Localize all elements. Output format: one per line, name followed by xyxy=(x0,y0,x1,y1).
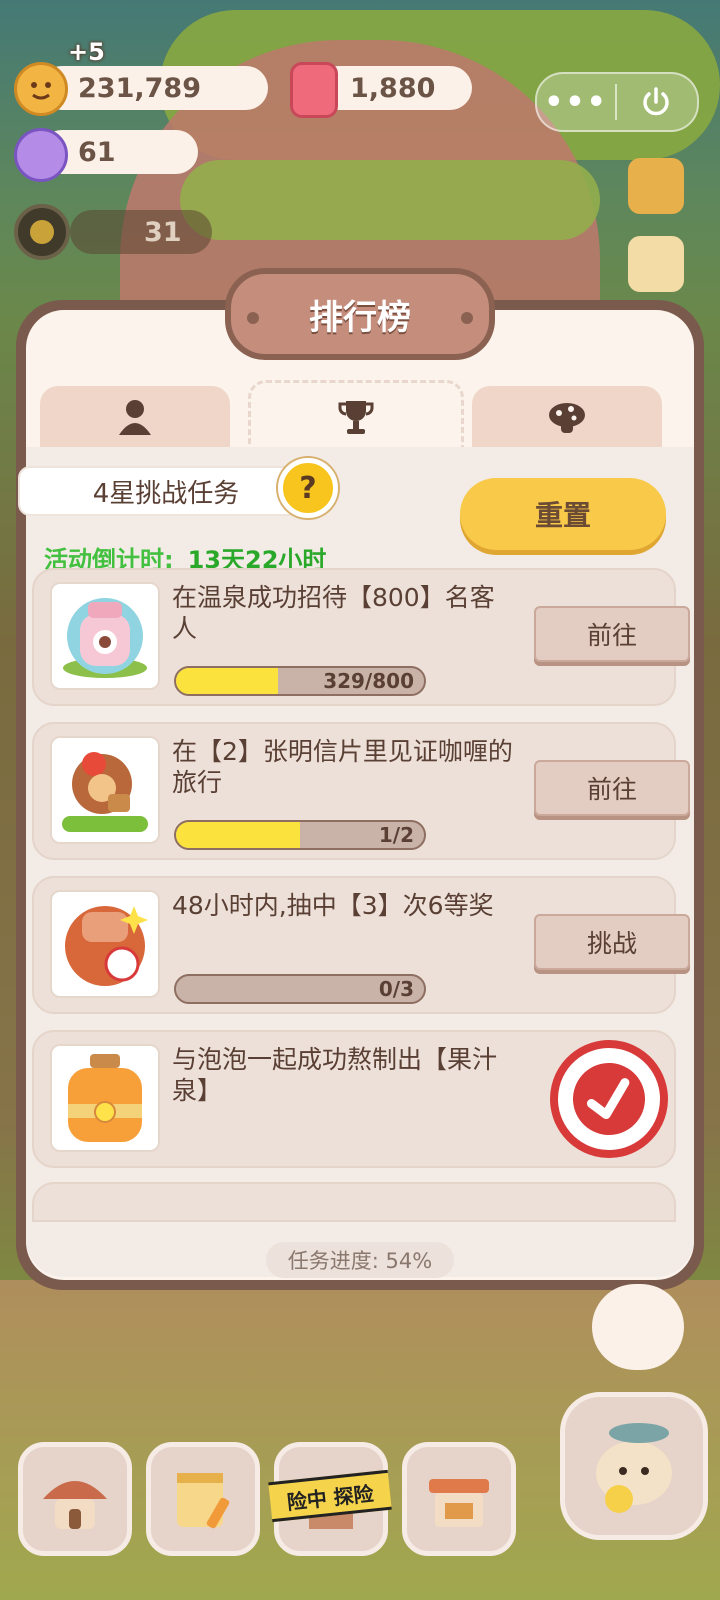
mushroom-cookie-icon xyxy=(549,403,585,433)
tab-friends[interactable] xyxy=(40,386,230,448)
notebook-pencil-icon xyxy=(177,1473,230,1529)
task-progress-summary-text: 任务进度: 54% xyxy=(287,1249,433,1273)
tab-cookies[interactable] xyxy=(472,386,662,448)
nav-diary-button[interactable] xyxy=(146,1442,260,1556)
curry-cookie-icon xyxy=(50,736,160,844)
task-card: 在温泉成功招待【800】名客人 329/800 前往 xyxy=(32,568,690,706)
nav-house-button[interactable] xyxy=(18,1442,132,1556)
task-go-button[interactable]: 前往 xyxy=(534,760,690,816)
task-challenge-button[interactable]: 挑战 xyxy=(534,914,690,970)
more-options-icon[interactable]: ••• xyxy=(537,85,615,120)
cookie-gain-label: +5 xyxy=(68,38,105,66)
task-category-label: 4星挑战任务 xyxy=(92,478,240,509)
task-progress-bar: 329/800 xyxy=(174,666,426,696)
nav-pet-button[interactable] xyxy=(560,1392,708,1540)
plate-pin-right xyxy=(461,312,473,324)
task-progress-text: 0/3 xyxy=(378,977,414,1001)
task-progress-bar: 1/2 xyxy=(174,820,426,850)
reset-button-label: 重置 xyxy=(534,499,591,532)
task-progress-fill xyxy=(176,822,300,848)
shop-stall-icon xyxy=(429,1479,489,1527)
reset-button[interactable]: 重置 xyxy=(460,478,666,550)
mini-program-capsule: ••• xyxy=(535,72,699,132)
tab-challenges[interactable] xyxy=(248,380,464,451)
gacha-machine-icon xyxy=(50,890,160,998)
hot-spring-jar-icon xyxy=(50,582,160,690)
crystal-counter[interactable]: 1,880 xyxy=(316,66,472,110)
panel-title-plate: 排行榜 xyxy=(225,268,495,360)
help-button[interactable]: ? xyxy=(278,458,338,518)
sun-badge-icon xyxy=(14,204,70,260)
task-progress-bar: 0/3 xyxy=(174,974,426,1004)
panel-title: 排行榜 xyxy=(309,297,411,338)
cookie-coin-icon xyxy=(14,62,68,116)
task-action-label: 前往 xyxy=(586,621,637,650)
task-description: 48小时内,抽中【3】次6等奖 xyxy=(172,891,494,920)
juice-spring-bottle-icon xyxy=(50,1044,160,1152)
candy-icon xyxy=(14,128,68,182)
task-go-button[interactable]: 前往 xyxy=(534,606,690,662)
task-description: 在【2】张明信片里见证咖喱的旅行 xyxy=(172,737,513,797)
mushroom-house-icon xyxy=(43,1481,107,1529)
level-count: 31 xyxy=(144,216,182,248)
task-action-label: 前往 xyxy=(586,775,637,804)
plate-pin-left xyxy=(247,312,259,324)
trophy-icon xyxy=(338,401,374,434)
crystal-count: 1,880 xyxy=(350,72,436,104)
task-category-title: 4星挑战任务 xyxy=(18,466,314,516)
friends-icon xyxy=(119,400,151,435)
level-counter: 31 xyxy=(70,210,212,254)
npc-speech-bubble-icon[interactable] xyxy=(592,1284,684,1370)
task-card: 48小时内,抽中【3】次6等奖 0/3 挑战 xyxy=(32,876,690,1014)
power-icon[interactable] xyxy=(617,85,695,119)
task-description: 在温泉成功招待【800】名客人 xyxy=(172,583,495,643)
nav-shop-button[interactable] xyxy=(402,1442,516,1556)
adventure-tape-text: 险中 探险 xyxy=(285,1481,375,1514)
task-action-label: 挑战 xyxy=(586,929,637,958)
coin-counter[interactable]: 231,789 xyxy=(40,66,268,110)
coin-count: 231,789 xyxy=(78,72,201,104)
candle-gem-icon xyxy=(290,62,338,118)
settings-gear-icon[interactable] xyxy=(628,158,684,214)
task-progress-text: 1/2 xyxy=(378,823,414,847)
question-mark-icon: ? xyxy=(299,470,317,506)
task-description: 与泡泡一起成功熬制出【果汁泉】 xyxy=(172,1045,498,1105)
pet-fish-icon xyxy=(596,1423,672,1513)
task-progress-fill xyxy=(176,668,278,694)
task-card-partial xyxy=(32,1182,676,1222)
candy-count: 61 xyxy=(78,136,116,168)
task-progress-text: 329/800 xyxy=(323,669,414,693)
task-progress-summary: 任务进度: 54% xyxy=(266,1242,454,1278)
stamp-card-icon[interactable] xyxy=(628,236,684,292)
task-card: 在【2】张明信片里见证咖喱的旅行 1/2 前往 xyxy=(32,722,690,860)
